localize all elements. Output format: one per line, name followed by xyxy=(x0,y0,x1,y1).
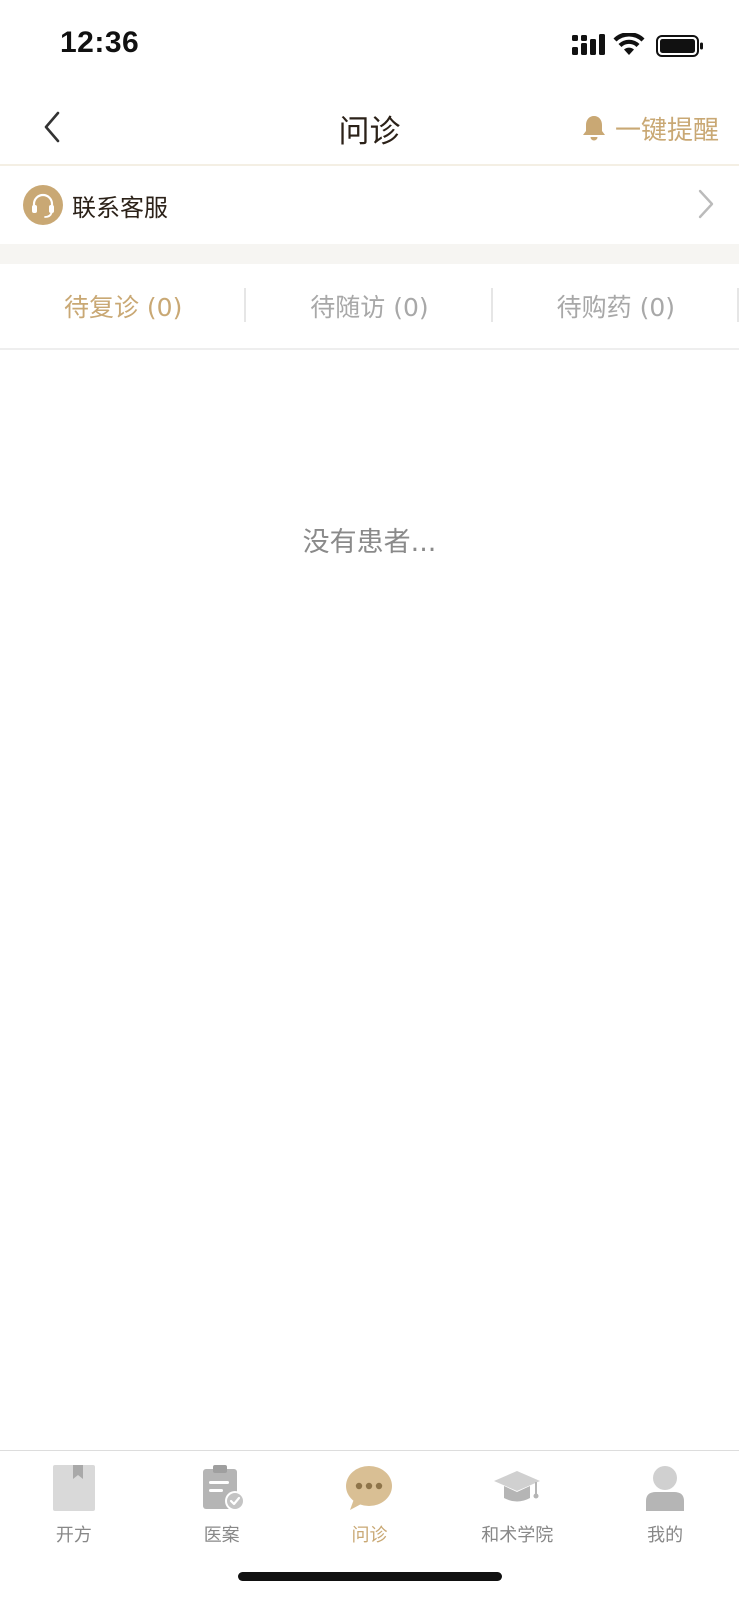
tab-label: 待复诊 (0) xyxy=(63,293,183,322)
consultation-page: 12:36 问诊 一键提醒 联系客服 待复诊 (0) 待随访 (0) 待购药 (… xyxy=(0,0,739,1600)
empty-state-text: 没有患者... xyxy=(302,527,437,558)
tab-pending-revisit[interactable]: 待复诊 (0) xyxy=(0,264,247,348)
headset-icon xyxy=(23,185,63,225)
battery-icon xyxy=(656,35,703,57)
tabbar-label: 我的 xyxy=(647,1525,684,1546)
cellular-signal-icon xyxy=(572,34,605,55)
tab-label: 待随访 (0) xyxy=(310,293,429,322)
tabbar-item-profile[interactable]: 我的 xyxy=(591,1451,739,1600)
remind-label: 一键提醒 xyxy=(614,115,719,146)
tabbar-label: 开方 xyxy=(55,1525,92,1546)
contact-service-row[interactable]: 联系客服 xyxy=(0,166,739,244)
patient-status-tabs: 待复诊 (0) 待随访 (0) 待购药 (0) xyxy=(0,264,739,348)
contact-service-label: 联系客服 xyxy=(72,194,168,222)
prescription-icon xyxy=(52,1465,95,1511)
status-bar: 12:36 xyxy=(0,0,739,92)
tab-label: 待购药 (0) xyxy=(556,293,675,322)
case-clipboard-icon xyxy=(202,1465,245,1511)
chevron-right-icon xyxy=(698,189,714,219)
tabbar-label: 医案 xyxy=(203,1525,240,1546)
home-indicator xyxy=(238,1572,502,1581)
graduation-cap-icon xyxy=(494,1471,541,1502)
status-time: 12:36 xyxy=(60,26,140,59)
section-gap xyxy=(0,244,739,264)
tabs-divider xyxy=(0,348,739,350)
tabbar-label: 问诊 xyxy=(351,1525,388,1546)
chat-bubble-icon xyxy=(346,1466,393,1510)
bell-icon xyxy=(582,116,605,141)
profile-icon xyxy=(646,1466,685,1511)
tabbar-label: 和术学院 xyxy=(481,1525,554,1546)
tabbar-item-prescribe[interactable]: 开方 xyxy=(0,1451,148,1600)
tab-pending-purchase[interactable]: 待购药 (0) xyxy=(493,264,739,348)
one-click-remind-button[interactable]: 一键提醒 xyxy=(581,110,719,146)
wifi-icon xyxy=(613,33,645,55)
navigation-bar: 问诊 一键提醒 xyxy=(0,92,739,164)
tab-pending-followup[interactable]: 待随访 (0) xyxy=(246,264,493,348)
